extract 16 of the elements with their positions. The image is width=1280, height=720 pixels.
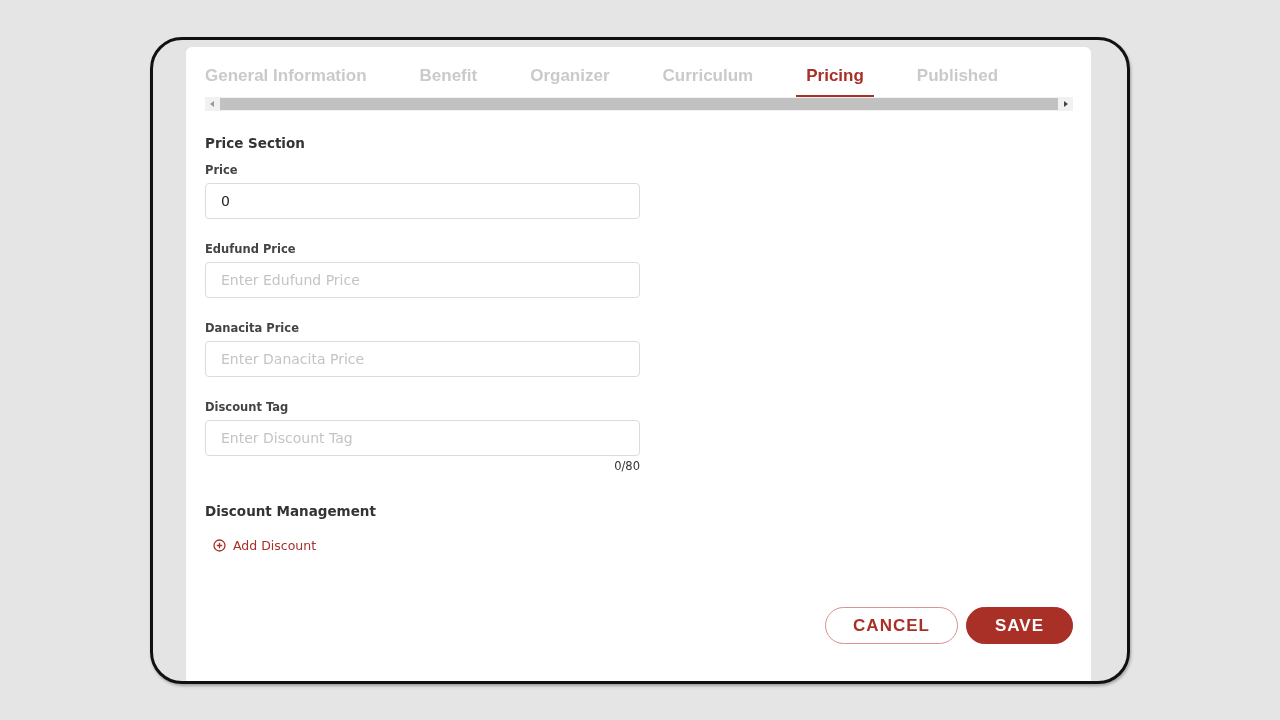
section-title: Price Section (205, 135, 306, 151)
save-button[interactable]: SAVE (966, 607, 1073, 644)
input-field[interactable]: Enter Danacita Price (205, 341, 640, 377)
plus-circle-icon (213, 539, 226, 552)
field-label: Edufund Price (205, 242, 297, 256)
character-counter: 0/80 (614, 459, 640, 473)
input-field[interactable]: Enter Edufund Price (205, 262, 640, 298)
add-discount-link[interactable]: Add Discount (213, 538, 317, 553)
field-label: Danacita Price (205, 321, 300, 335)
scrollbar[interactable] (205, 97, 1073, 111)
input-field[interactable]: Enter Discount Tag (205, 420, 640, 456)
input-field[interactable]: 0 (205, 183, 640, 219)
field-label: Price (205, 163, 239, 177)
field-label: Discount Tag (205, 400, 290, 414)
section-title: Discount Management (205, 503, 377, 519)
cancel-button[interactable]: CANCEL (825, 607, 958, 644)
